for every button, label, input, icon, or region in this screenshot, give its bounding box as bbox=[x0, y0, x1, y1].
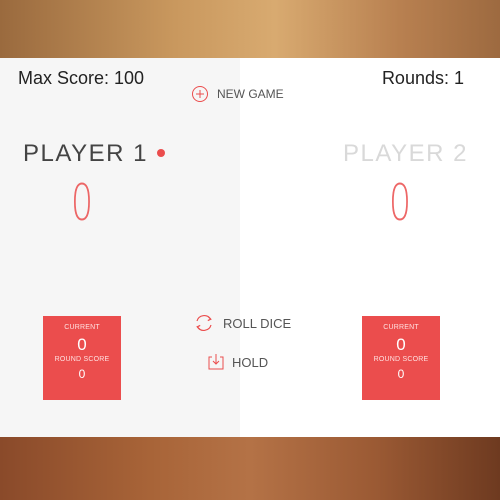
player-2-current-box: CURRENT 0 ROUND SCORE 0 bbox=[362, 316, 440, 400]
player-2-round-score-value: 0 bbox=[397, 367, 405, 381]
player-1-round-score-value: 0 bbox=[78, 367, 86, 381]
background-bottom bbox=[0, 437, 500, 500]
rounds-label: Rounds: 1 bbox=[381, 68, 464, 88]
player-1-panel: Max Score: 100 PLAYER 1 0 CURRENT 0 ROUN… bbox=[0, 58, 240, 437]
game-board: Max Score: 100 PLAYER 1 0 CURRENT 0 ROUN… bbox=[0, 58, 500, 437]
player-1-round-score-label: ROUND SCORE bbox=[54, 356, 110, 363]
player-2-round-score-label: ROUND SCORE bbox=[373, 356, 429, 363]
player-2-score: 0 bbox=[388, 174, 412, 232]
player-1-current-box: CURRENT 0 ROUND SCORE 0 bbox=[43, 316, 121, 400]
hold-label: HOLD bbox=[232, 354, 269, 370]
player-2-name: PLAYER 2 bbox=[343, 140, 468, 167]
new-game-button[interactable]: NEW GAME bbox=[191, 85, 284, 103]
max-score-label: Max Score: 100 bbox=[18, 68, 145, 88]
player-1-name: PLAYER 1 bbox=[23, 140, 148, 167]
hold-button[interactable]: HOLD bbox=[208, 353, 268, 371]
player-1-current-label: CURRENT bbox=[64, 324, 100, 331]
roll-dice-button[interactable]: ROLL DICE bbox=[193, 312, 291, 334]
refresh-icon bbox=[196, 315, 212, 331]
background-top bbox=[0, 0, 500, 58]
player-2-panel: Rounds: 1 PLAYER 2 0 CURRENT 0 ROUND SCO… bbox=[240, 58, 500, 437]
plus-circle-icon bbox=[192, 86, 208, 102]
active-player-dot-icon bbox=[157, 149, 165, 157]
download-tray-icon bbox=[208, 354, 224, 370]
player-2-current-value: 0 bbox=[396, 335, 406, 354]
player-1-current-value: 0 bbox=[77, 335, 87, 354]
player-2-current-label: CURRENT bbox=[383, 324, 419, 331]
new-game-label: NEW GAME bbox=[217, 87, 284, 101]
player-1-score: 0 bbox=[70, 174, 94, 232]
roll-dice-label: ROLL DICE bbox=[223, 315, 292, 331]
